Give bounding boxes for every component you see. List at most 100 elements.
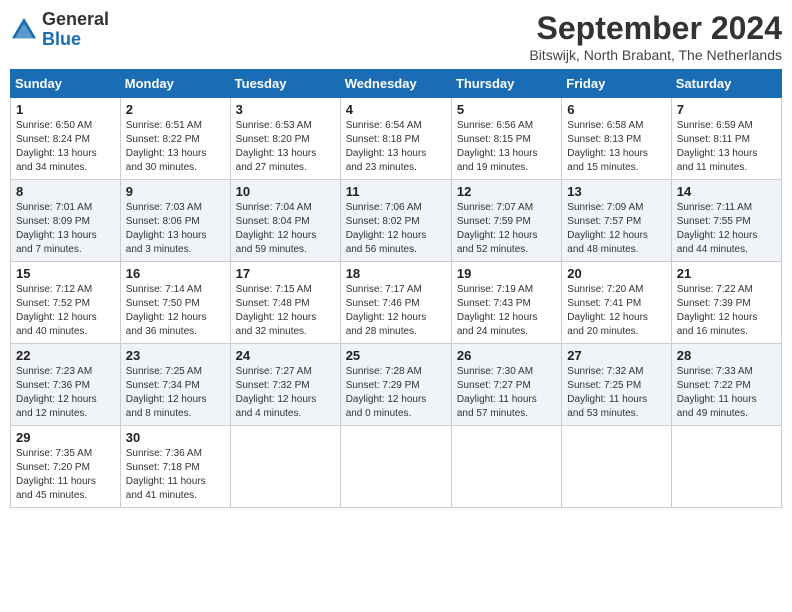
weekday-header-row: SundayMondayTuesdayWednesdayThursdayFrid… [11, 70, 782, 98]
day-info: Sunrise: 7:22 AMSunset: 7:39 PMDaylight:… [677, 283, 776, 339]
day-number: 5 [457, 102, 556, 117]
day-number: 10 [236, 184, 335, 199]
day-number: 20 [567, 266, 665, 281]
logo-blue-text: Blue [42, 29, 81, 49]
calendar-week-row: 22 Sunrise: 7:23 AMSunset: 7:36 PMDayligh… [11, 344, 782, 426]
day-number: 3 [236, 102, 335, 117]
calendar-day-cell: 14 Sunrise: 7:11 AMSunset: 7:55 PMDayligh… [671, 180, 781, 262]
day-number: 9 [126, 184, 225, 199]
calendar-day-cell: 11 Sunrise: 7:06 AMSunset: 8:02 PMDayligh… [340, 180, 451, 262]
calendar-day-cell: 21 Sunrise: 7:22 AMSunset: 7:39 PMDayligh… [671, 262, 781, 344]
weekday-header-sunday: Sunday [11, 70, 121, 98]
calendar-week-row: 15 Sunrise: 7:12 AMSunset: 7:52 PMDayligh… [11, 262, 782, 344]
calendar-day-cell: 26 Sunrise: 7:30 AMSunset: 7:27 PMDayligh… [451, 344, 561, 426]
day-info: Sunrise: 7:20 AMSunset: 7:41 PMDaylight:… [567, 283, 665, 339]
day-number: 15 [16, 266, 115, 281]
weekday-header-saturday: Saturday [671, 70, 781, 98]
calendar-day-cell: 23 Sunrise: 7:25 AMSunset: 7:34 PMDayligh… [120, 344, 230, 426]
calendar-week-row: 8 Sunrise: 7:01 AMSunset: 8:09 PMDaylight… [11, 180, 782, 262]
calendar-table: SundayMondayTuesdayWednesdayThursdayFrid… [10, 69, 782, 508]
day-info: Sunrise: 7:11 AMSunset: 7:55 PMDaylight:… [677, 201, 776, 257]
location: Bitswijk, North Brabant, The Netherlands [529, 47, 782, 63]
day-number: 22 [16, 348, 115, 363]
day-info: Sunrise: 7:27 AMSunset: 7:32 PMDaylight:… [236, 365, 335, 421]
day-info: Sunrise: 7:28 AMSunset: 7:29 PMDaylight:… [346, 365, 446, 421]
day-info: Sunrise: 7:14 AMSunset: 7:50 PMDaylight:… [126, 283, 225, 339]
calendar-day-cell: 30Sunrise: 7:36 AMSunset: 7:18 PMDayligh… [120, 426, 230, 508]
weekday-header-monday: Monday [120, 70, 230, 98]
day-number: 29 [16, 430, 115, 445]
calendar-day-cell: 7 Sunrise: 6:59 AMSunset: 8:11 PMDaylight… [671, 98, 781, 180]
day-number: 26 [457, 348, 556, 363]
calendar-day-cell: 29 Sunrise: 7:35 AMSunset: 7:20 PMDayligh… [11, 426, 121, 508]
calendar-day-cell: 6Sunrise: 6:58 AMSunset: 8:13 PMDaylight… [562, 98, 671, 180]
day-info: Sunrise: 7:03 AMSunset: 8:06 PMDaylight:… [126, 201, 225, 257]
calendar-day-cell: 2 Sunrise: 6:51 AMSunset: 8:22 PMDaylight… [120, 98, 230, 180]
calendar-day-cell: 16Sunrise: 7:14 AMSunset: 7:50 PMDayligh… [120, 262, 230, 344]
day-number: 30 [126, 430, 225, 445]
calendar-day-cell: 10 Sunrise: 7:04 AMSunset: 8:04 PMDayligh… [230, 180, 340, 262]
day-number: 12 [457, 184, 556, 199]
day-info: Sunrise: 7:06 AMSunset: 8:02 PMDaylight:… [346, 201, 446, 257]
day-number: 23 [126, 348, 225, 363]
calendar-day-cell: 17Sunrise: 7:15 AMSunset: 7:48 PMDayligh… [230, 262, 340, 344]
day-info: Sunrise: 7:30 AMSunset: 7:27 PMDaylight:… [457, 365, 556, 421]
calendar-day-cell: 19 Sunrise: 7:19 AMSunset: 7:43 PMDayligh… [451, 262, 561, 344]
day-number: 11 [346, 184, 446, 199]
day-number: 13 [567, 184, 665, 199]
day-info: Sunrise: 6:50 AMSunset: 8:24 PMDaylight:… [16, 119, 115, 175]
day-number: 18 [346, 266, 446, 281]
title-block: September 2024 Bitswijk, North Brabant, … [529, 10, 782, 63]
calendar-day-cell: 5 Sunrise: 6:56 AMSunset: 8:15 PMDaylight… [451, 98, 561, 180]
day-info: Sunrise: 7:09 AMSunset: 7:57 PMDaylight:… [567, 201, 665, 257]
calendar-day-cell: 28Sunrise: 7:33 AMSunset: 7:22 PMDayligh… [671, 344, 781, 426]
day-info: Sunrise: 7:04 AMSunset: 8:04 PMDaylight:… [236, 201, 335, 257]
logo-general-text: General [42, 9, 109, 29]
day-info: Sunrise: 6:53 AMSunset: 8:20 PMDaylight:… [236, 119, 335, 175]
calendar-day-cell: 4Sunrise: 6:54 AMSunset: 8:18 PMDaylight… [340, 98, 451, 180]
day-number: 8 [16, 184, 115, 199]
day-number: 4 [346, 102, 446, 117]
day-number: 1 [16, 102, 115, 117]
weekday-header-tuesday: Tuesday [230, 70, 340, 98]
calendar-day-cell: 15 Sunrise: 7:12 AMSunset: 7:52 PMDayligh… [11, 262, 121, 344]
day-info: Sunrise: 6:59 AMSunset: 8:11 PMDaylight:… [677, 119, 776, 175]
empty-cell [340, 426, 451, 508]
empty-cell [451, 426, 561, 508]
day-info: Sunrise: 7:35 AMSunset: 7:20 PMDaylight:… [16, 447, 115, 503]
calendar-week-row: 1 Sunrise: 6:50 AMSunset: 8:24 PMDaylight… [11, 98, 782, 180]
day-info: Sunrise: 7:23 AMSunset: 7:36 PMDaylight:… [16, 365, 115, 421]
day-info: Sunrise: 6:51 AMSunset: 8:22 PMDaylight:… [126, 119, 225, 175]
day-number: 24 [236, 348, 335, 363]
day-info: Sunrise: 7:19 AMSunset: 7:43 PMDaylight:… [457, 283, 556, 339]
day-info: Sunrise: 6:56 AMSunset: 8:15 PMDaylight:… [457, 119, 556, 175]
day-info: Sunrise: 7:17 AMSunset: 7:46 PMDaylight:… [346, 283, 446, 339]
calendar-day-cell: 12 Sunrise: 7:07 AMSunset: 7:59 PMDayligh… [451, 180, 561, 262]
day-info: Sunrise: 7:07 AMSunset: 7:59 PMDaylight:… [457, 201, 556, 257]
weekday-header-friday: Friday [562, 70, 671, 98]
weekday-header-thursday: Thursday [451, 70, 561, 98]
day-number: 17 [236, 266, 335, 281]
day-number: 19 [457, 266, 556, 281]
day-info: Sunrise: 7:25 AMSunset: 7:34 PMDaylight:… [126, 365, 225, 421]
day-info: Sunrise: 7:01 AMSunset: 8:09 PMDaylight:… [16, 201, 115, 257]
calendar-day-cell: 20 Sunrise: 7:20 AMSunset: 7:41 PMDayligh… [562, 262, 671, 344]
calendar-day-cell: 3 Sunrise: 6:53 AMSunset: 8:20 PMDaylight… [230, 98, 340, 180]
calendar-day-cell: 9 Sunrise: 7:03 AMSunset: 8:06 PMDaylight… [120, 180, 230, 262]
calendar-day-cell: 25 Sunrise: 7:28 AMSunset: 7:29 PMDayligh… [340, 344, 451, 426]
day-number: 27 [567, 348, 665, 363]
day-info: Sunrise: 7:12 AMSunset: 7:52 PMDaylight:… [16, 283, 115, 339]
empty-cell [671, 426, 781, 508]
day-number: 2 [126, 102, 225, 117]
day-number: 21 [677, 266, 776, 281]
empty-cell [230, 426, 340, 508]
day-number: 25 [346, 348, 446, 363]
day-info: Sunrise: 7:32 AMSunset: 7:25 PMDaylight:… [567, 365, 665, 421]
calendar-week-row: 29 Sunrise: 7:35 AMSunset: 7:20 PMDayligh… [11, 426, 782, 508]
day-number: 28 [677, 348, 776, 363]
empty-cell [562, 426, 671, 508]
calendar-day-cell: 1 Sunrise: 6:50 AMSunset: 8:24 PMDaylight… [11, 98, 121, 180]
day-number: 14 [677, 184, 776, 199]
calendar-day-cell: 24 Sunrise: 7:27 AMSunset: 7:32 PMDayligh… [230, 344, 340, 426]
day-number: 7 [677, 102, 776, 117]
